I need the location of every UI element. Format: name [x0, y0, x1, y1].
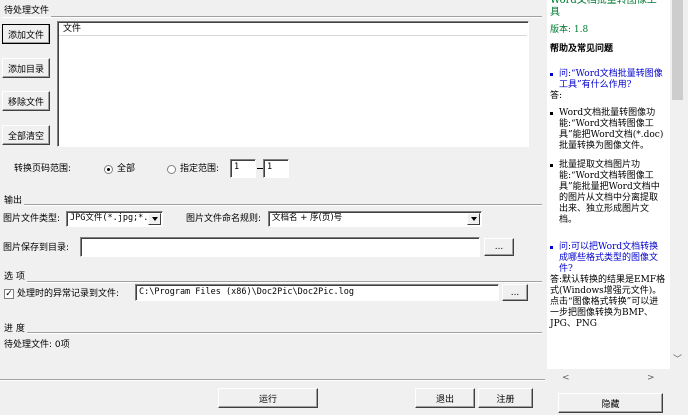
help-horizontal-scrollbar[interactable]: < >: [547, 372, 670, 386]
page-range-label: 转换页码范围:: [14, 164, 72, 174]
range-specified-radio[interactable]: [167, 165, 176, 174]
progress-group-line: [2, 332, 542, 334]
range-all-label[interactable]: 全部: [117, 163, 135, 175]
naming-rule-label: 图片文件命名规则:: [186, 214, 262, 224]
progress-group-label: 进 度: [2, 324, 27, 335]
save-dir-browse-button[interactable]: ...: [484, 238, 514, 256]
column-header-file[interactable]: 文件: [63, 23, 81, 35]
options-group-label: 选 项: [2, 272, 27, 283]
options-group-line: [2, 281, 542, 283]
add-file-button[interactable]: 添加文件: [2, 24, 50, 44]
file-list[interactable]: 文件: [57, 21, 529, 147]
faq-question-text: 问:可以把Word文档转换成哪些格式类型的图像文件?: [559, 242, 659, 274]
run-button[interactable]: 运行: [218, 388, 318, 408]
faq-answer-text: Word文档批量转图像功能:“Word文档转图像工具”能把Word文档(*.do…: [559, 108, 664, 151]
naming-rule-value: 文档名 + 序(页)号: [272, 213, 343, 223]
clear-all-button[interactable]: 全部清空: [2, 125, 50, 145]
log-browse-button[interactable]: ...: [502, 284, 528, 301]
faq-heading: 帮助及常见问题: [550, 44, 614, 54]
add-directory-button[interactable]: 添加目录: [2, 58, 50, 78]
pending-group-line: [2, 16, 542, 18]
range-all-radio[interactable]: [104, 165, 113, 174]
bottom-divider: [0, 379, 545, 381]
faq-question: 问:可以把Word文档转换成哪些格式类型的图像文件?: [550, 242, 666, 275]
hide-help-button[interactable]: 隐藏: [558, 393, 663, 413]
help-pane[interactable]: Word文档批量转图像工具 版本: 1.8 帮助及常见问题 问:“Word文档批…: [547, 0, 670, 369]
faq-answer: 答:: [550, 91, 563, 101]
bullet-icon: [550, 112, 553, 115]
remove-file-button[interactable]: 移除文件: [2, 91, 50, 111]
scrollbar-thumb[interactable]: [672, 0, 683, 100]
faq-answer: 答:默认转换的结果是EMF格式(Windows增强元文件)。点击“图像格式转换”…: [550, 275, 666, 329]
log-checkbox[interactable]: ✓: [4, 289, 14, 299]
output-group-label: 输出: [2, 196, 25, 207]
scroll-left-icon[interactable]: <: [562, 373, 570, 383]
scroll-right-icon[interactable]: >: [647, 373, 655, 383]
help-title: Word文档批量转图像工具: [550, 0, 657, 18]
range-specified-label[interactable]: 指定范围:: [180, 163, 219, 175]
range-from-input[interactable]: 1: [230, 159, 256, 178]
faq-answer-item: 批量提取文档图片功能:“Word文档转图像工具”能批量把Word文档中的图片从文…: [550, 160, 666, 226]
version-value: 1.8: [573, 25, 589, 35]
bullet-icon: [550, 73, 553, 76]
chevron-down-icon[interactable]: [148, 213, 161, 225]
help-version: 版本: 1.8: [550, 25, 666, 36]
faq-answer-text: 批量提取文档图片功能:“Word文档转图像工具”能批量把Word文档中的图片从文…: [559, 160, 660, 225]
register-button[interactable]: 注册: [478, 388, 533, 408]
output-group-line: [2, 204, 542, 206]
version-label: 版本:: [550, 25, 572, 35]
progress-status-text: 待处理文件: 0项: [4, 340, 70, 350]
bullet-icon: [550, 246, 553, 249]
log-checkbox-label[interactable]: 处理时的异常记录到文件:: [17, 288, 119, 300]
radio-selected-dot: [107, 168, 110, 171]
faq-answer-item: Word文档批量转图像功能:“Word文档转图像工具”能把Word文档(*.do…: [550, 108, 666, 152]
image-type-value: JPG文件(*.jpg;*.: [70, 213, 148, 223]
naming-rule-combo[interactable]: 文档名 + 序(页)号: [268, 211, 482, 227]
file-list-header[interactable]: 文件: [59, 23, 527, 36]
faq-question: 问:“Word文档批量转图像工具”有什么作用?: [550, 69, 666, 91]
pending-group-label: 待处理文件: [2, 6, 52, 17]
save-dir-label: 图片保存到目录:: [3, 243, 70, 253]
image-type-combo[interactable]: JPG文件(*.jpg;*.: [66, 211, 163, 227]
range-to-input[interactable]: 1: [263, 159, 289, 178]
chevron-down-icon[interactable]: [467, 213, 480, 225]
faq-question-text: 问:“Word文档批量转图像工具”有什么作用?: [559, 69, 663, 90]
image-type-label: 图片文件类型:: [3, 214, 61, 224]
exit-button[interactable]: 退出: [415, 388, 475, 408]
save-dir-input[interactable]: [80, 237, 480, 257]
log-path-input[interactable]: C:\Program Files (x86)\Doc2Pic\Doc2Pic.l…: [135, 284, 499, 301]
bullet-icon: [550, 164, 553, 167]
scroll-down-icon[interactable]: ﹀: [673, 352, 682, 365]
